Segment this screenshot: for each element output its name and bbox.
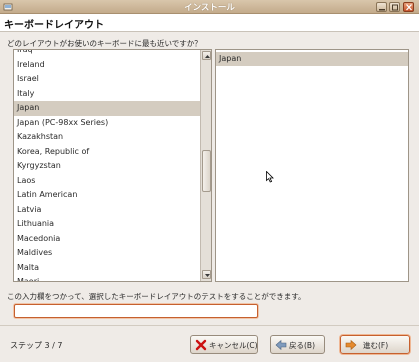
keyboard-country-list[interactable]: IraqIrelandIsraelItalyJapanJapan (PC-98x…: [13, 49, 212, 282]
country-list-scrollbar[interactable]: [200, 50, 211, 281]
scroll-up-button[interactable]: [202, 51, 211, 60]
country-list-item[interactable]: Kazakhstan: [14, 130, 200, 145]
back-button[interactable]: 戻る(B): [270, 335, 325, 354]
page-heading-bar: キーボードレイアウト: [0, 14, 419, 32]
country-list-item[interactable]: Latin American: [14, 188, 200, 203]
country-list-item[interactable]: Lithuania: [14, 217, 200, 232]
country-list-item[interactable]: Maori: [14, 275, 200, 281]
window-title: インストール: [184, 3, 235, 13]
country-list-viewport: IraqIrelandIsraelItalyJapanJapan (PC-98x…: [14, 50, 200, 281]
minimize-icon: [379, 9, 385, 11]
cancel-button[interactable]: キャンセル(C): [190, 335, 258, 354]
country-list-item[interactable]: Macedonia: [14, 232, 200, 247]
country-list-item[interactable]: Italy: [14, 87, 200, 102]
test-area-label: この入力欄をつかって、選択したキーボードレイアウトのテストをすることができます。: [7, 292, 306, 301]
back-button-label: 戻る(B): [289, 341, 315, 350]
scroll-thumb[interactable]: [202, 150, 211, 192]
country-list-item[interactable]: Israel: [14, 72, 200, 87]
arrow-up-icon: [205, 55, 210, 58]
window-titlebar[interactable]: インストール: [0, 0, 419, 14]
forward-button[interactable]: 進む(F): [340, 335, 410, 354]
country-list-item[interactable]: Japan (PC-98xx Series): [14, 116, 200, 131]
keyboard-test-input[interactable]: [14, 304, 258, 318]
layout-question-label: どのレイアウトがお使いのキーボードに最も近いですか？: [7, 39, 202, 48]
country-list-item[interactable]: Korea, Republic of: [14, 145, 200, 160]
variant-item[interactable]: Japan: [216, 52, 408, 66]
country-list-item[interactable]: Malta: [14, 261, 200, 276]
arrow-right-icon: [345, 339, 357, 351]
footer-separator: [0, 325, 419, 326]
minimize-button[interactable]: [376, 2, 387, 12]
page-title: キーボードレイアウト: [4, 20, 104, 31]
country-list-item[interactable]: Maldives: [14, 246, 200, 261]
maximize-icon: [392, 4, 398, 11]
country-list-item[interactable]: Kyrgyzstan: [14, 159, 200, 174]
close-icon: [406, 4, 412, 11]
cancel-button-label: キャンセル(C): [209, 341, 258, 350]
scroll-down-button[interactable]: [202, 270, 211, 279]
country-list-item[interactable]: Iraq: [14, 50, 200, 58]
country-list-item[interactable]: Ireland: [14, 58, 200, 73]
forward-button-label: 進む(F): [363, 341, 389, 350]
keyboard-variant-list[interactable]: Japan: [215, 49, 409, 282]
country-list-item[interactable]: Laos: [14, 174, 200, 189]
arrow-left-icon: [275, 339, 287, 351]
country-list-item[interactable]: Latvia: [14, 203, 200, 218]
step-indicator: ステップ 3 / 7: [10, 341, 63, 350]
arrow-down-icon: [205, 274, 210, 277]
cancel-icon: [195, 339, 207, 351]
close-window-button[interactable]: [403, 2, 414, 12]
mouse-pointer-icon: [266, 171, 274, 183]
country-list-item[interactable]: Japan: [14, 101, 200, 116]
maximize-button[interactable]: [389, 2, 400, 12]
